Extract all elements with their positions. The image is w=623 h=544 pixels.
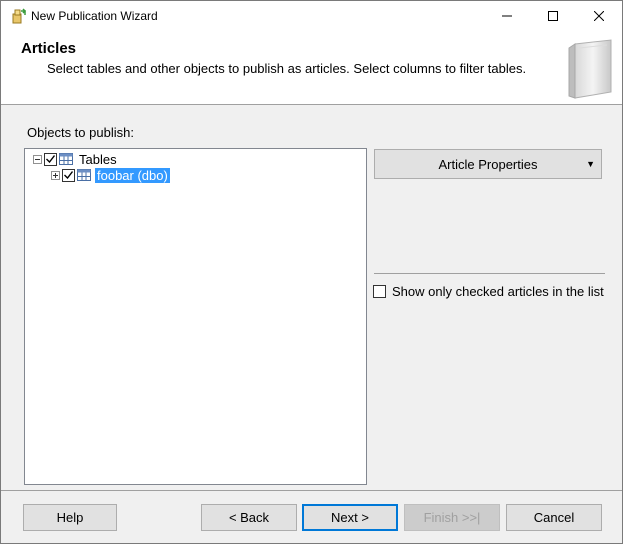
footer-divider bbox=[1, 490, 622, 491]
checkmark-icon bbox=[46, 155, 55, 163]
expand-icon[interactable] bbox=[51, 170, 60, 180]
book-icon bbox=[568, 39, 612, 99]
maximize-button[interactable] bbox=[530, 1, 576, 31]
show-only-checked-label: Show only checked articles in the list bbox=[392, 284, 604, 299]
article-properties-label: Article Properties bbox=[438, 156, 538, 172]
back-button[interactable]: < Back bbox=[201, 504, 297, 531]
collapse-icon[interactable] bbox=[33, 154, 42, 164]
objects-tree[interactable]: Tables foobar (dbo) bbox=[24, 148, 367, 485]
wizard-window: New Publication Wizard Articles Select t… bbox=[0, 0, 623, 544]
finish-button[interactable]: Finish >>| bbox=[404, 504, 500, 531]
close-button[interactable] bbox=[576, 1, 622, 31]
minimize-button[interactable] bbox=[484, 1, 530, 31]
table-icon bbox=[77, 169, 91, 181]
title-bar: New Publication Wizard bbox=[1, 1, 622, 31]
maximize-icon bbox=[548, 11, 558, 21]
page-description: Select tables and other objects to publi… bbox=[47, 61, 527, 76]
tree-node-label: foobar (dbo) bbox=[95, 167, 170, 183]
objects-to-publish-label: Objects to publish: bbox=[27, 125, 134, 140]
dropdown-arrow-icon: ▼ bbox=[586, 159, 595, 169]
table-icon bbox=[59, 153, 73, 165]
publication-wizard-icon bbox=[12, 8, 26, 24]
help-button[interactable]: Help bbox=[23, 504, 117, 531]
tree-node-label: Tables bbox=[79, 151, 117, 167]
minimize-icon bbox=[502, 15, 512, 17]
show-only-checked-checkbox[interactable] bbox=[373, 285, 386, 298]
next-button[interactable]: Next > bbox=[302, 504, 398, 531]
tree-node-tables[interactable]: Tables bbox=[33, 151, 119, 167]
cancel-button[interactable]: Cancel bbox=[506, 504, 602, 531]
checkmark-icon bbox=[64, 171, 73, 179]
page-title: Articles bbox=[21, 40, 77, 57]
wizard-header: Articles Select tables and other objects… bbox=[1, 31, 622, 105]
foobar-checkbox[interactable] bbox=[62, 168, 75, 182]
close-icon bbox=[594, 11, 604, 21]
article-properties-button[interactable]: Article Properties ▼ bbox=[374, 149, 602, 179]
tree-node-foobar[interactable]: foobar (dbo) bbox=[51, 167, 170, 183]
window-title: New Publication Wizard bbox=[31, 9, 158, 23]
tables-checkbox[interactable] bbox=[44, 152, 57, 166]
divider bbox=[374, 273, 605, 274]
